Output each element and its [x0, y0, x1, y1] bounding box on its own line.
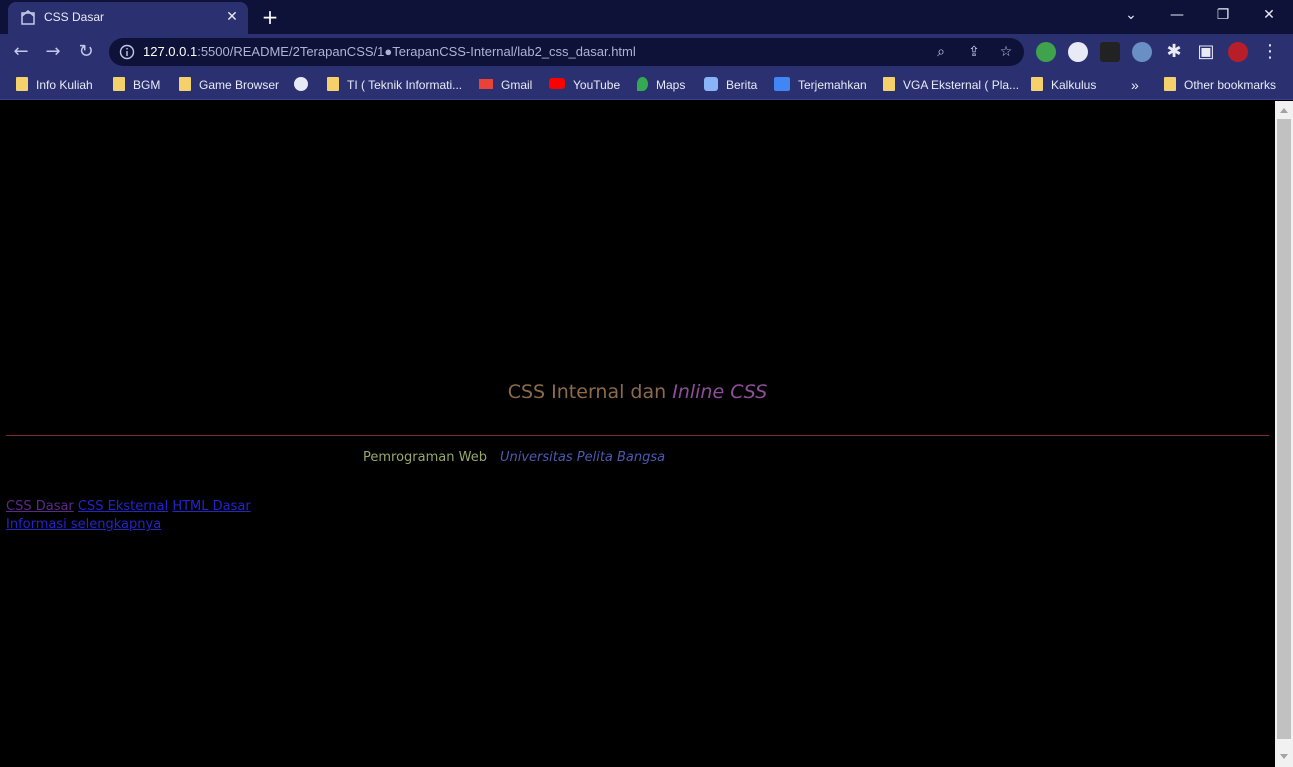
side-panel-icon[interactable]: ▣: [1194, 40, 1218, 64]
other-bookmarks[interactable]: Other bookmarks: [1164, 76, 1276, 94]
zoom-icon[interactable]: ⌕: [931, 42, 951, 62]
news-icon: [704, 77, 718, 91]
reload-button[interactable]: ↻: [74, 40, 98, 64]
bookmark-teknik-informatika[interactable]: TI ( Teknik Informati...: [327, 76, 462, 94]
folder-icon: [883, 77, 895, 91]
bookmark-youtube[interactable]: YouTube: [549, 76, 620, 94]
page-heading: CSS Internal dan Inline CSS: [507, 381, 768, 403]
bookmark-globe[interactable]: [294, 76, 316, 94]
folder-icon: [327, 77, 339, 91]
scroll-down-arrow-icon[interactable]: [1280, 754, 1288, 759]
folder-icon: [1031, 77, 1043, 91]
new-tab-button[interactable]: +: [259, 6, 281, 28]
tab-title: CSS Dasar: [44, 10, 105, 24]
folder-icon: [179, 77, 191, 91]
subtitle-university: Universitas Pelita Bangsa: [500, 450, 666, 465]
bookmark-game-browser[interactable]: Game Browser: [179, 76, 279, 94]
folder-icon: [113, 77, 125, 91]
bookmark-berita[interactable]: Berita: [704, 76, 757, 94]
browser-tab-active[interactable]: CSS Dasar ✕: [8, 2, 248, 34]
bookmark-vga-eksternal[interactable]: VGA Eksternal ( Pla...: [883, 76, 1019, 94]
address-bar[interactable]: 127.0.0.1:5500/README/2TerapanCSS/1●Tera…: [109, 38, 1024, 66]
horizontal-rule: [6, 435, 1269, 436]
link-css-eksternal[interactable]: CSS Eksternal: [78, 499, 168, 514]
close-tab-icon[interactable]: ✕: [224, 9, 240, 25]
forward-button[interactable]: →: [41, 40, 65, 64]
maps-icon: [637, 77, 648, 91]
extension-icon-1[interactable]: [1036, 42, 1056, 62]
close-window-button[interactable]: ✕: [1256, 4, 1282, 26]
extension-icon-2[interactable]: [1068, 42, 1088, 62]
share-icon[interactable]: ⇪: [964, 42, 984, 62]
page-viewport: CSS Internal dan Inline CSS Pemrograman …: [0, 101, 1275, 767]
vertical-scrollbar[interactable]: [1275, 101, 1293, 767]
bookmark-bgm[interactable]: BGM: [113, 76, 160, 94]
browser-toolbar: ← → ↻ 127.0.0.1:5500/README/2TerapanCSS/…: [0, 34, 1293, 70]
bookmark-info-kuliah[interactable]: Info Kuliah: [16, 76, 93, 94]
bookmark-kalkulus[interactable]: Kalkulus: [1031, 76, 1096, 94]
link-html-dasar[interactable]: HTML Dasar: [172, 499, 250, 514]
scroll-up-arrow-icon[interactable]: [1280, 108, 1288, 113]
scrollbar-thumb[interactable]: [1277, 119, 1291, 739]
subtitle-course: Pemrograman Web: [363, 450, 487, 465]
bookmarks-overflow-button[interactable]: »: [1131, 76, 1139, 94]
bookmark-star-icon[interactable]: ☆: [996, 42, 1016, 62]
restore-button[interactable]: ❐: [1210, 4, 1236, 26]
page-favicon-icon: [21, 10, 35, 25]
gmail-icon: [479, 79, 493, 89]
nav-links: CSS Dasar CSS Eksternal HTML Dasar Infor…: [6, 498, 251, 534]
bookmark-gmail[interactable]: Gmail: [479, 76, 532, 94]
minimize-button[interactable]: —: [1164, 4, 1190, 26]
bookmarks-bar: Info Kuliah BGM Game Browser TI ( Teknik…: [0, 70, 1293, 100]
back-button[interactable]: ←: [9, 40, 33, 64]
link-css-dasar[interactable]: CSS Dasar: [6, 499, 74, 514]
globe-icon: [294, 77, 308, 91]
menu-kebab-icon[interactable]: ⋮: [1258, 40, 1282, 64]
extensions-puzzle-icon[interactable]: ✱: [1162, 40, 1186, 64]
bookmark-terjemahkan[interactable]: Terjemahkan: [774, 76, 867, 94]
folder-icon: [16, 77, 28, 91]
url-text[interactable]: 127.0.0.1:5500/README/2TerapanCSS/1●Tera…: [143, 44, 636, 59]
browser-titlebar: CSS Dasar ✕ + ⌄ — ❐ ✕: [0, 0, 1293, 34]
site-info-icon[interactable]: [119, 44, 135, 60]
tab-search-chevron-icon[interactable]: ⌄: [1118, 4, 1144, 26]
link-informasi-selengkapnya[interactable]: Informasi selengkapnya: [6, 517, 161, 532]
bookmark-maps[interactable]: Maps: [637, 76, 685, 94]
translate-icon: [774, 77, 790, 91]
extension-icon-3[interactable]: [1100, 42, 1120, 62]
youtube-icon: [549, 78, 565, 89]
profile-avatar[interactable]: [1228, 42, 1248, 62]
folder-icon: [1164, 77, 1176, 91]
extension-icon-4[interactable]: [1132, 42, 1152, 62]
